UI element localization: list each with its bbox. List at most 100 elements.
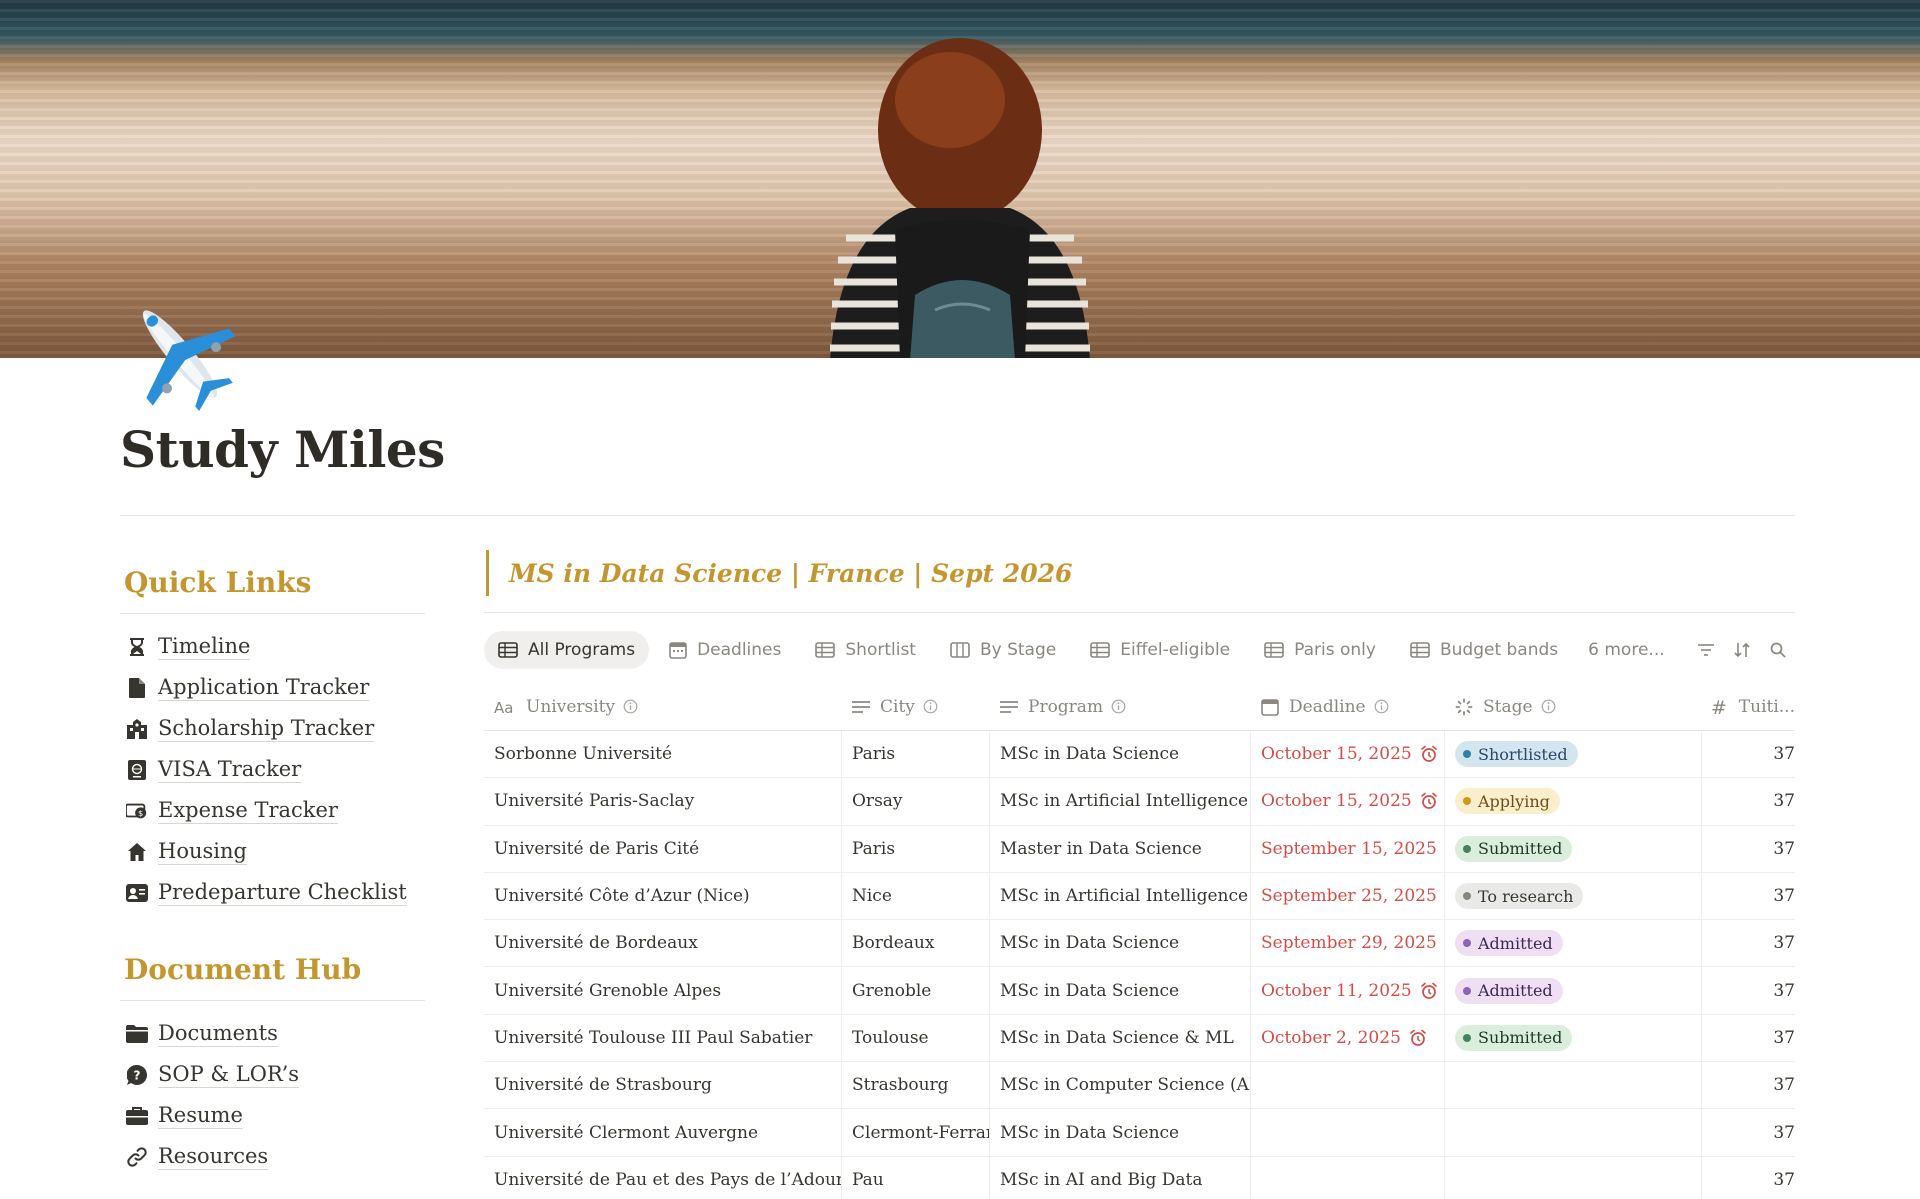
program-cell[interactable]: MSc in Computer Science (AI tra	[990, 1062, 1251, 1109]
table-row[interactable]: Sorbonne Université Paris MSc in Data Scie…	[484, 731, 1795, 779]
tuition-cell[interactable]: 37	[1702, 778, 1795, 824]
program-cell[interactable]: MSc in Data Science	[990, 731, 1251, 778]
stage-cell[interactable]: Admitted	[1445, 967, 1702, 1014]
column-header-program[interactable]: Program	[990, 683, 1251, 730]
program-cell[interactable]: MSc in Artificial Intelligence	[990, 872, 1251, 920]
university-cell[interactable]: Université de Strasbourg	[484, 1062, 842, 1109]
info-icon[interactable]	[1374, 699, 1389, 714]
quick-link-visa-tracker[interactable]: VISA Tracker	[120, 749, 425, 790]
city-cell[interactable]: Orsay	[842, 778, 990, 825]
tuition-cell[interactable]: 37	[1702, 920, 1795, 966]
more-views-button[interactable]: 6 more...	[1578, 640, 1674, 660]
program-cell[interactable]: MSc in Data Science	[990, 920, 1251, 967]
column-header-deadline[interactable]: Deadline	[1251, 683, 1445, 730]
doc-link-resume[interactable]: Resume	[120, 1095, 425, 1136]
stage-cell[interactable]: Applying	[1445, 778, 1702, 825]
doc-link-documents[interactable]: Documents	[120, 1013, 425, 1054]
quick-link-application-tracker[interactable]: Application Tracker	[120, 667, 425, 708]
quick-link-timeline[interactable]: Timeline	[120, 626, 425, 667]
deadline-cell[interactable]: October 2, 2025	[1251, 1014, 1445, 1062]
info-icon[interactable]	[923, 699, 938, 714]
stage-cell[interactable]	[1445, 1062, 1702, 1109]
tuition-cell[interactable]: 37	[1702, 873, 1795, 919]
city-cell[interactable]: Strasbourg	[842, 1062, 990, 1109]
university-cell[interactable]: Université Côte d’Azur (Nice)	[484, 872, 842, 920]
info-icon[interactable]	[1541, 699, 1556, 714]
deadline-cell[interactable]: October 11, 2025	[1251, 967, 1445, 1014]
doc-link-sop-lor[interactable]: ? SOP & LOR’s	[120, 1054, 425, 1095]
tuition-cell[interactable]: 37	[1702, 826, 1795, 872]
deadline-cell[interactable]: October 15, 2025	[1251, 731, 1445, 778]
filter-icon[interactable]	[1695, 639, 1717, 661]
tab-paris-only[interactable]: Paris only	[1250, 631, 1390, 669]
university-cell[interactable]: Université Grenoble Alpes	[484, 967, 842, 1014]
quick-link-scholarship-tracker[interactable]: Scholarship Tracker	[120, 708, 425, 749]
university-cell[interactable]: Université de Paris Cité	[484, 825, 842, 872]
doc-link-resources[interactable]: Resources	[120, 1136, 425, 1177]
info-icon[interactable]	[623, 699, 638, 714]
university-cell[interactable]: Sorbonne Université	[484, 731, 842, 778]
stage-cell[interactable]	[1445, 1156, 1702, 1199]
tuition-cell[interactable]: 37	[1702, 1062, 1795, 1108]
quick-link-housing[interactable]: Housing	[120, 831, 425, 872]
tab-deadlines[interactable]: Deadlines	[655, 631, 795, 669]
city-cell[interactable]: Grenoble	[842, 967, 990, 1014]
university-cell[interactable]: Université de Bordeaux	[484, 920, 842, 967]
deadline-cell[interactable]: September 25, 2025	[1251, 872, 1445, 920]
program-cell[interactable]: MSc in Data Science & ML	[990, 1014, 1251, 1062]
university-cell[interactable]: Université Paris-Saclay	[484, 778, 842, 825]
table-row[interactable]: Université Paris-Saclay Orsay MSc in Artif…	[484, 778, 1795, 826]
table-row[interactable]: Université de Paris Cité Paris Master in D…	[484, 825, 1795, 873]
tuition-cell[interactable]: 37	[1702, 1109, 1795, 1155]
program-cell[interactable]: Master in Data Science	[990, 825, 1251, 872]
tab-by-stage[interactable]: By Stage	[936, 631, 1070, 669]
program-cell[interactable]: MSc in Data Science	[990, 967, 1251, 1014]
tab-shortlist[interactable]: Shortlist	[801, 631, 930, 669]
table-row[interactable]: Université Toulouse III Paul Sabatier Tou…	[484, 1014, 1795, 1063]
stage-cell[interactable]: Shortlisted	[1445, 731, 1702, 778]
tab-all-programs[interactable]: All Programs	[484, 631, 650, 669]
column-header-stage[interactable]: Stage	[1445, 683, 1702, 730]
table-row[interactable]: Université Clermont Auvergne Clermont-Fer…	[484, 1109, 1795, 1157]
program-cell[interactable]: MSc in AI and Big Data	[990, 1156, 1251, 1199]
university-cell[interactable]: Université Toulouse III Paul Sabatier	[484, 1014, 842, 1062]
tab-budget-bands[interactable]: Budget bands	[1396, 631, 1572, 669]
deadline-cell[interactable]	[1251, 1062, 1445, 1109]
city-cell[interactable]: Clermont-Ferrand	[842, 1109, 990, 1156]
column-header-city[interactable]: City	[842, 683, 990, 730]
table-row[interactable]: Université de Bordeaux Bordeaux MSc in Dat…	[484, 920, 1795, 968]
table-row[interactable]: Université de Strasbourg Strasbourg MSc in…	[484, 1062, 1795, 1110]
stage-cell[interactable]: To research	[1445, 872, 1702, 920]
stage-cell[interactable]	[1445, 1109, 1702, 1156]
program-cell[interactable]: MSc in Data Science	[990, 1109, 1251, 1156]
university-cell[interactable]: Université de Pau et des Pays de l’Adour	[484, 1156, 842, 1199]
stage-cell[interactable]: Submitted	[1445, 1014, 1702, 1062]
city-cell[interactable]: Toulouse	[842, 1014, 990, 1062]
city-cell[interactable]: Pau	[842, 1156, 990, 1199]
deadline-cell[interactable]: September 29, 2025	[1251, 920, 1445, 967]
tuition-cell[interactable]: 37	[1702, 731, 1795, 777]
city-cell[interactable]: Paris	[842, 825, 990, 872]
tuition-cell[interactable]: 37	[1702, 1015, 1795, 1061]
deadline-cell[interactable]	[1251, 1156, 1445, 1199]
tuition-cell[interactable]: 37	[1702, 1157, 1795, 1199]
tab-eiffel-eligible[interactable]: Eiffel-eligible	[1076, 631, 1244, 669]
deadline-cell[interactable]	[1251, 1109, 1445, 1156]
quick-link-predeparture-checklist[interactable]: Predeparture Checklist	[120, 872, 425, 913]
stage-cell[interactable]: Admitted	[1445, 920, 1702, 967]
table-row[interactable]: Université Côte d’Azur (Nice) Nice MSc in …	[484, 872, 1795, 921]
info-icon[interactable]	[1111, 699, 1126, 714]
city-cell[interactable]: Paris	[842, 731, 990, 778]
deadline-cell[interactable]: September 15, 2025	[1251, 825, 1445, 872]
university-cell[interactable]: Université Clermont Auvergne	[484, 1109, 842, 1156]
city-cell[interactable]: Bordeaux	[842, 920, 990, 967]
sort-icon[interactable]	[1731, 639, 1753, 661]
search-icon[interactable]	[1767, 639, 1789, 661]
airplane-icon[interactable]	[118, 292, 242, 416]
table-row[interactable]: Université de Pau et des Pays de l’Adour…	[484, 1156, 1795, 1199]
column-header-university[interactable]: Aa University	[484, 683, 842, 730]
program-cell[interactable]: MSc in Artificial Intelligence	[990, 778, 1251, 825]
tuition-cell[interactable]: 37	[1702, 967, 1795, 1013]
quick-link-expense-tracker[interactable]: $ Expense Tracker	[120, 790, 425, 831]
table-row[interactable]: Université Grenoble Alpes Grenoble MSc in …	[484, 967, 1795, 1015]
